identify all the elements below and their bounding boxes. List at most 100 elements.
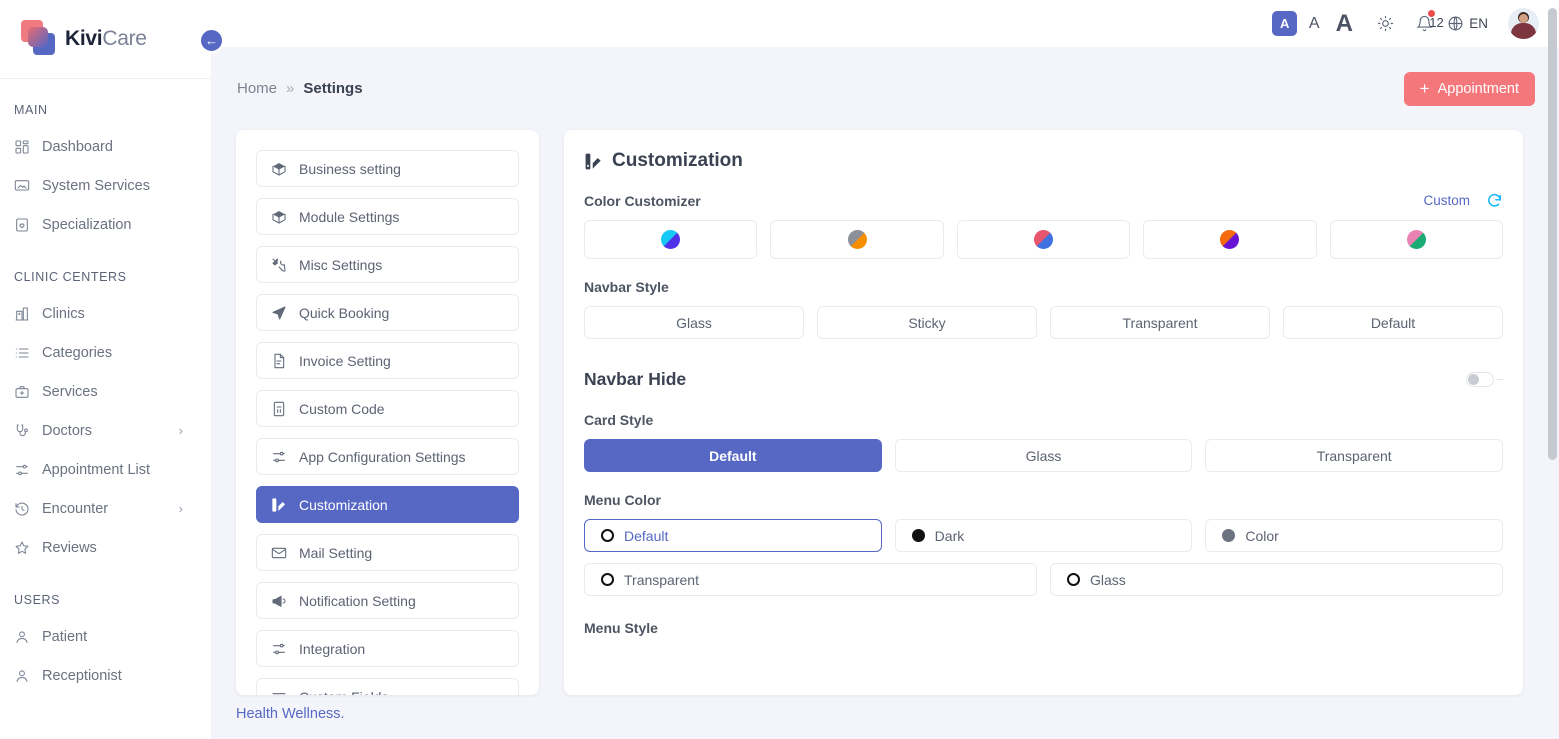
navbar-style-option-sticky[interactable]: Sticky xyxy=(817,306,1037,339)
customization-icon xyxy=(584,152,603,171)
avatar[interactable] xyxy=(1508,8,1539,39)
user-icon xyxy=(14,629,36,645)
settings-item-custom-code[interactable]: Custom Code xyxy=(256,390,519,427)
settings-item-invoice-setting[interactable]: Invoice Setting xyxy=(256,342,519,379)
settings-item-custom-fields[interactable]: Custom Fields xyxy=(256,678,519,695)
envelope-icon xyxy=(271,545,292,561)
navbar-style-option-transparent[interactable]: Transparent xyxy=(1050,306,1270,339)
menu-color-options-row1: Default Dark Color xyxy=(564,519,1523,552)
menu-color-option-glass[interactable]: Glass xyxy=(1050,563,1503,596)
sidebar-item-reviews[interactable]: Reviews xyxy=(0,528,211,567)
settings-item-integration[interactable]: Integration xyxy=(256,630,519,667)
card-style-header: Card Style xyxy=(564,412,1523,428)
tools-icon xyxy=(271,257,292,273)
settings-item-business-setting[interactable]: Business setting xyxy=(256,150,519,187)
radio-marker-icon xyxy=(1222,529,1236,542)
sidebar-collapse-button[interactable]: ← xyxy=(199,28,224,53)
menu-color-option-dark[interactable]: Dark xyxy=(894,519,1193,552)
menu-color-option-label: Dark xyxy=(934,527,965,544)
add-appointment-button[interactable]: + Appointment xyxy=(1403,71,1535,106)
settings-item-label: Business setting xyxy=(299,160,401,177)
color-swatch-orange-purple[interactable] xyxy=(1143,220,1317,259)
swatch-circle xyxy=(847,230,867,249)
color-swatch-gray-orange[interactable] xyxy=(770,220,944,259)
stethoscope-icon xyxy=(14,423,36,439)
color-swatch-pink-green[interactable] xyxy=(1329,220,1504,259)
sidebar-item-label: Categories xyxy=(42,344,113,361)
invoice-icon xyxy=(271,353,292,369)
breadcrumb-home[interactable]: Home xyxy=(237,80,277,97)
page-scrollbar-thumb[interactable] xyxy=(1548,8,1557,460)
refresh-icon[interactable] xyxy=(1486,192,1503,209)
sun-icon[interactable] xyxy=(1377,15,1394,32)
sliders-icon xyxy=(14,462,36,478)
brand-name-light: Care xyxy=(102,27,147,50)
navbar-hide-row: Navbar Hide xyxy=(564,369,1523,390)
settings-item-label: Module Settings xyxy=(299,208,400,225)
brand-name: KiviCare xyxy=(65,27,147,51)
arrow-left-icon: ← xyxy=(205,33,218,48)
font-size-large-button[interactable]: A xyxy=(1331,10,1357,37)
sidebar-item-categories[interactable]: Categories xyxy=(0,333,211,372)
sidebar-item-doctors[interactable]: Doctors › xyxy=(0,411,211,450)
page-scrollbar[interactable] xyxy=(1545,0,1559,739)
color-swatch-cyan-blue[interactable] xyxy=(584,220,758,259)
sidebar-item-clinics[interactable]: Clinics xyxy=(0,294,211,333)
sliders-icon xyxy=(271,449,292,465)
user-icon xyxy=(14,668,36,684)
radio-marker-icon xyxy=(601,529,614,542)
settings-item-misc-settings[interactable]: Misc Settings xyxy=(256,246,519,283)
medical-bag-icon xyxy=(14,384,36,400)
notifications-button[interactable]: 12 xyxy=(1416,10,1444,32)
sidebar-item-system-services[interactable]: System Services xyxy=(0,166,211,205)
settings-item-label: Quick Booking xyxy=(299,304,390,321)
sidebar-nav: MAIN Dashboard System Services Specializati… xyxy=(0,103,211,695)
menu-color-option-default[interactable]: Default xyxy=(584,519,882,552)
globe-icon[interactable] xyxy=(1447,15,1464,32)
settings-item-notification-setting[interactable]: Notification Setting xyxy=(256,582,519,619)
page-title: Customization xyxy=(564,130,1523,172)
menu-color-option-transparent[interactable]: Transparent xyxy=(584,563,1037,596)
card-style-option-glass[interactable]: Glass xyxy=(894,439,1193,472)
menu-color-options-row2: Transparent Glass xyxy=(564,563,1523,596)
settings-item-customization[interactable]: Customization xyxy=(256,486,519,523)
sidebar-item-encounter[interactable]: Encounter › xyxy=(0,489,211,528)
settings-item-module-settings[interactable]: Module Settings xyxy=(256,198,519,235)
sidebar-item-dashboard[interactable]: Dashboard xyxy=(0,127,211,166)
sidebar-item-services[interactable]: Services xyxy=(0,372,211,411)
menu-color-option-label: Color xyxy=(1245,527,1279,544)
language-label[interactable]: EN xyxy=(1469,16,1488,31)
breadcrumb-current: Settings xyxy=(303,80,363,97)
brand-logo[interactable]: KiviCare xyxy=(0,0,211,79)
settings-item-app-configuration-settings[interactable]: App Configuration Settings xyxy=(256,438,519,475)
footer-link[interactable]: Health Wellness. xyxy=(236,706,345,722)
color-customizer-header: Color Customizer Custom xyxy=(564,192,1523,209)
sidebar-item-specialization[interactable]: Specialization xyxy=(0,205,211,244)
sidebar-item-label: Reviews xyxy=(42,539,97,556)
color-customizer-label: Color Customizer xyxy=(584,192,701,209)
font-size-small-button[interactable]: A xyxy=(1272,11,1298,36)
navbar-hide-toggle[interactable] xyxy=(1466,372,1494,387)
sidebar-item-label: Appointment List xyxy=(42,461,151,478)
add-appointment-label: Appointment xyxy=(1437,80,1519,97)
navbar-hide-label: Navbar Hide xyxy=(584,369,687,389)
sliders-icon xyxy=(271,641,292,657)
navbar-style-option-default[interactable]: Default xyxy=(1283,306,1503,339)
breadcrumb-separator-icon: » xyxy=(286,80,295,97)
card-style-option-transparent[interactable]: Transparent xyxy=(1205,439,1504,472)
font-size-medium-button[interactable]: A xyxy=(1303,11,1325,36)
settings-item-quick-booking[interactable]: Quick Booking xyxy=(256,294,519,331)
sidebar-item-appointment-list[interactable]: Appointment List xyxy=(0,450,211,489)
swatch-circle xyxy=(1406,230,1426,249)
settings-item-mail-setting[interactable]: Mail Setting xyxy=(256,534,519,571)
card-style-option-default[interactable]: Default xyxy=(584,439,882,472)
sidebar-item-receptionist[interactable]: Receptionist xyxy=(0,656,211,695)
color-swatch-red-blue[interactable] xyxy=(956,220,1131,259)
sidebar-section-main: MAIN xyxy=(14,103,48,117)
menu-color-option-color[interactable]: Color xyxy=(1205,519,1504,552)
settings-item-label: Custom Fields xyxy=(299,689,388,696)
navbar-style-option-glass[interactable]: Glass xyxy=(584,306,804,339)
custom-color-link[interactable]: Custom xyxy=(1423,193,1470,208)
chevron-right-icon: › xyxy=(178,423,183,438)
sidebar-item-patient[interactable]: Patient xyxy=(0,617,211,656)
